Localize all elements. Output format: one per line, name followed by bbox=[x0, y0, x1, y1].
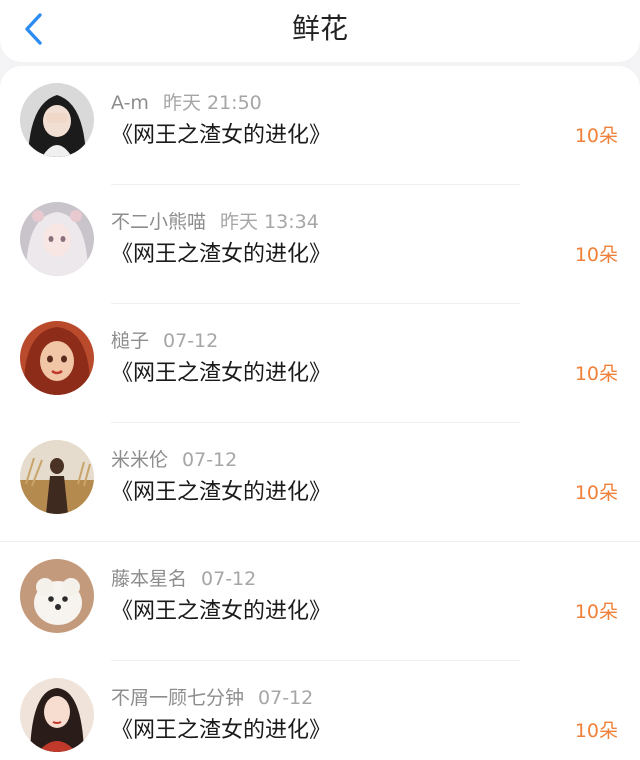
book-title[interactable]: 《网王之渣女的进化》 bbox=[111, 597, 331, 627]
list-item[interactable]: 米米伦 07-12 《网王之渣女的进化》 10朵 bbox=[0, 423, 640, 542]
book-title[interactable]: 《网王之渣女的进化》 bbox=[111, 121, 331, 151]
avatar[interactable] bbox=[20, 440, 94, 514]
username[interactable]: 藤本星名 bbox=[111, 568, 187, 590]
avatar[interactable] bbox=[20, 83, 94, 157]
avatar[interactable] bbox=[20, 321, 94, 395]
list-item[interactable]: A-m 昨天 21:50 《网王之渣女的进化》 10朵 bbox=[0, 66, 640, 185]
list-item[interactable]: 槌子 07-12 《网王之渣女的进化》 10朵 bbox=[0, 304, 640, 423]
username[interactable]: 槌子 bbox=[111, 330, 149, 352]
gift-meta: 藤本星名 07-12 bbox=[111, 568, 256, 590]
timestamp: 07-12 bbox=[258, 687, 314, 709]
book-title[interactable]: 《网王之渣女的进化》 bbox=[111, 240, 331, 270]
username[interactable]: 不屑一顾七分钟 bbox=[111, 687, 244, 709]
book-title[interactable]: 《网王之渣女的进化》 bbox=[111, 359, 331, 389]
gift-meta: 不屑一顾七分钟 07-12 bbox=[111, 687, 313, 709]
avatar[interactable] bbox=[20, 202, 94, 276]
book-title[interactable]: 《网王之渣女的进化》 bbox=[111, 478, 331, 508]
flower-amount: 10朵 bbox=[574, 244, 618, 266]
flower-amount: 10朵 bbox=[574, 720, 618, 742]
list-item[interactable]: 不屑一顾七分钟 07-12 《网王之渣女的进化》 10朵 bbox=[0, 661, 640, 760]
username[interactable]: A-m bbox=[111, 92, 149, 114]
flower-amount: 10朵 bbox=[574, 482, 618, 504]
avatar[interactable] bbox=[20, 678, 94, 752]
username[interactable]: 米米伦 bbox=[111, 449, 168, 471]
flower-amount: 10朵 bbox=[574, 601, 618, 623]
list-item[interactable]: 不二小熊喵 昨天 13:34 《网王之渣女的进化》 10朵 bbox=[0, 185, 640, 304]
flower-amount: 10朵 bbox=[574, 125, 618, 147]
gift-meta: 米米伦 07-12 bbox=[111, 449, 237, 471]
book-title[interactable]: 《网王之渣女的进化》 bbox=[111, 716, 331, 746]
header-bar: 鲜花 bbox=[0, 0, 640, 62]
list-item[interactable]: 藤本星名 07-12 《网王之渣女的进化》 10朵 bbox=[0, 542, 640, 661]
flower-gift-list: A-m 昨天 21:50 《网王之渣女的进化》 10朵 不二小熊喵 昨天 13:34… bbox=[0, 66, 640, 760]
gift-meta: 槌子 07-12 bbox=[111, 330, 218, 352]
page-title: 鲜花 bbox=[291, 12, 348, 45]
avatar[interactable] bbox=[20, 559, 94, 633]
username[interactable]: 不二小熊喵 bbox=[111, 211, 206, 233]
timestamp: 07-12 bbox=[182, 449, 238, 471]
timestamp: 07-12 bbox=[201, 568, 257, 590]
gift-meta: 不二小熊喵 昨天 13:34 bbox=[111, 211, 319, 233]
timestamp: 昨天 13:34 bbox=[220, 211, 319, 233]
timestamp: 昨天 21:50 bbox=[162, 92, 262, 114]
flower-amount: 10朵 bbox=[574, 363, 618, 385]
gift-meta: A-m 昨天 21:50 bbox=[111, 92, 262, 114]
timestamp: 07-12 bbox=[163, 330, 219, 352]
